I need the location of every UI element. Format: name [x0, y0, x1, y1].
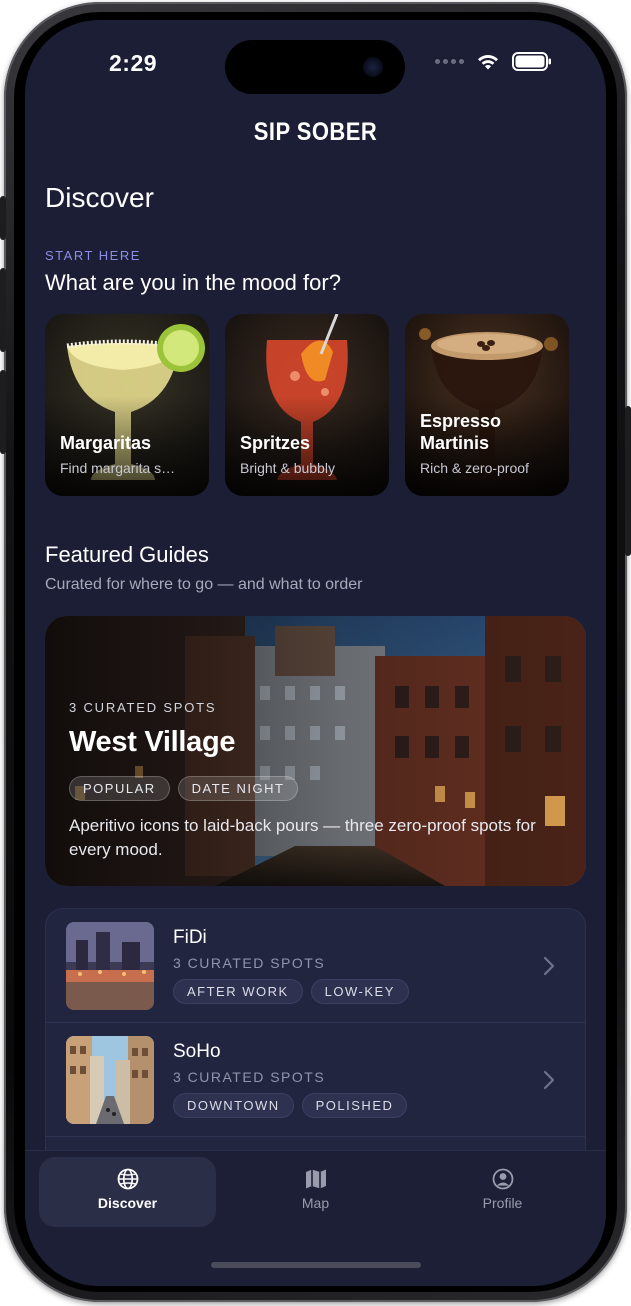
chevron-right-icon: [543, 956, 555, 976]
hero-title: West Village: [69, 726, 236, 758]
guide-row-fidi[interactable]: FiDi 3 CURATED SPOTS AFTER WORK LOW-KEY: [46, 909, 585, 1023]
mood-card-title: Espresso Martinis: [420, 411, 502, 453]
profile-icon: [492, 1168, 513, 1190]
hero-description: Aperitivo icons to laid-back pours — thr…: [69, 816, 536, 859]
mood-question: What are you in the mood for?: [45, 270, 341, 295]
app-screen: 2:29 SIP SOBER Discover START HERE What …: [25, 20, 606, 1286]
tag-chip: DATE NIGHT: [177, 776, 299, 801]
tag-chip: POLISHED: [301, 1093, 408, 1118]
guide-row-title: FiDi: [173, 927, 207, 948]
featured-guides-subtitle: Curated for where to go — and what to or…: [45, 576, 363, 593]
home-indicator[interactable]: [211, 1262, 421, 1268]
tab-label: Map: [301, 1195, 330, 1211]
guide-row-soho[interactable]: SoHo 3 CURATED SPOTS DOWNTOWN POLISHED: [46, 1023, 585, 1137]
tag-chip: DOWNTOWN: [173, 1093, 294, 1118]
mood-card-title: Margaritas: [60, 433, 152, 453]
globe-icon: [117, 1168, 138, 1190]
mood-card-spritzes[interactable]: Spritzes Bright & bubbly: [225, 314, 389, 496]
mood-card-subtitle: Bright & bubbly: [240, 460, 335, 476]
tab-map[interactable]: Map: [227, 1157, 404, 1227]
tag-chip: AFTER WORK: [173, 979, 303, 1004]
status-icons: [435, 52, 552, 71]
tab-bar: Discover Map Profile: [25, 1150, 606, 1286]
front-camera-icon: [363, 57, 383, 77]
status-time: 2:29: [109, 50, 158, 76]
fidi-thumbnail: [66, 922, 154, 1010]
mood-eyebrow: START HERE: [45, 248, 141, 263]
guide-hero-card-west-village[interactable]: 3 CURATED SPOTS West Village POPULAR DAT…: [45, 616, 586, 886]
guide-row-title: SoHo: [173, 1041, 221, 1062]
featured-guides-title: Featured Guides: [45, 542, 209, 567]
mood-card-title: Spritzes: [240, 433, 311, 453]
tag-chip: LOW-KEY: [310, 979, 409, 1004]
mood-card-espresso-martinis[interactable]: Espresso Martinis Rich & zero-proof: [405, 314, 569, 496]
mood-card-subtitle: Find margarita s…: [60, 460, 176, 476]
tab-discover[interactable]: Discover: [39, 1157, 216, 1227]
tag-chip: POPULAR: [69, 776, 170, 801]
tab-label: Discover: [97, 1195, 158, 1211]
dynamic-island: [225, 40, 405, 94]
wifi-icon: [478, 54, 498, 69]
tab-profile[interactable]: Profile: [414, 1157, 591, 1227]
mood-card-margaritas[interactable]: Margaritas Find margarita s…: [45, 314, 209, 496]
side-button: [625, 406, 631, 556]
hero-tags: POPULAR DATE NIGHT: [69, 776, 299, 801]
guide-row-tags: AFTER WORK LOW-KEY: [173, 979, 409, 1004]
volume-up-button: [0, 268, 6, 352]
guide-row-spot-count: 3 CURATED SPOTS: [173, 955, 326, 971]
map-icon: [305, 1169, 326, 1189]
battery-icon: [512, 52, 551, 71]
app-logo-title: SIP SOBER: [253, 118, 378, 146]
volume-down-button: [0, 370, 6, 454]
hero-spot-count: 3 CURATED SPOTS: [69, 700, 217, 715]
mood-card-subtitle: Rich & zero-proof: [420, 460, 529, 476]
tab-label: Profile: [482, 1195, 523, 1211]
guide-row-spot-count: 3 CURATED SPOTS: [173, 1069, 326, 1085]
page-title: Discover: [45, 182, 154, 213]
guide-row-tags: DOWNTOWN POLISHED: [173, 1093, 408, 1118]
cellular-signal-icon: [435, 59, 464, 64]
mute-switch: [0, 196, 6, 240]
chevron-right-icon: [543, 1070, 555, 1090]
soho-thumbnail: [66, 1036, 154, 1124]
